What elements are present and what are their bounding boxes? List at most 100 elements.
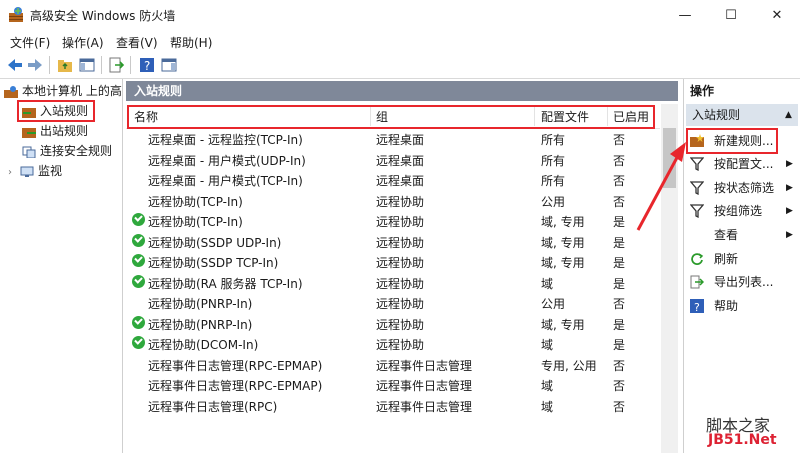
window-title: 高级安全 Windows 防火墙 — [30, 9, 176, 23]
menu-action[interactable]: 操作(A) — [62, 34, 104, 51]
filter-icon — [690, 181, 704, 195]
cell-group: 远程事件日志管理 — [376, 399, 473, 414]
action-help[interactable]: ? 帮助 — [690, 296, 798, 316]
svg-text:?: ? — [144, 59, 150, 73]
tree-item-label: 监视 — [38, 164, 63, 178]
cell-profile: 公用 — [541, 194, 566, 209]
cell-name: 远程桌面 - 用户模式(UDP-In) — [148, 153, 306, 168]
menu-help[interactable]: 帮助(H) — [170, 34, 212, 51]
cell-enabled: 否 — [613, 358, 626, 373]
table-row[interactable]: 远程协助(DCOM-In) 远程协助 域 是 — [126, 333, 660, 353]
export-icon[interactable] — [107, 56, 125, 74]
menu-file[interactable]: 文件(F) — [10, 34, 50, 51]
cell-name: 远程协助(TCP-In) — [148, 194, 243, 209]
menu-bar: 文件(F) 操作(A) 查看(V) 帮助(H) — [0, 30, 800, 52]
cell-name: 远程协助(PNRP-In) — [148, 317, 253, 332]
cell-name: 远程协助(PNRP-In) — [148, 297, 253, 311]
highlight-column-header — [127, 105, 655, 129]
cell-name: 远程事件日志管理(RPC) — [148, 399, 278, 414]
toolbar: ? — [0, 52, 800, 79]
cell-name: 远程事件日志管理(RPC-EPMAP) — [148, 379, 323, 393]
table-row[interactable]: 远程协助(SSDP UDP-In) 远程协助 域, 专用 是 — [126, 231, 660, 251]
cell-name: 远程桌面 - 用户模式(TCP-In) — [148, 174, 303, 188]
cell-name: 远程协助(SSDP UDP-In) — [148, 235, 282, 250]
action-view[interactable]: 查看 ▶ — [690, 225, 798, 245]
watermark-url: JB51.Net — [708, 432, 777, 448]
submenu-arrow-icon: ▶ — [786, 206, 793, 216]
action-filter-state[interactable]: 按状态筛选 ▶ — [690, 178, 798, 198]
enabled-check-icon — [132, 336, 145, 349]
tree-item-monitor[interactable]: › 监视 — [8, 162, 62, 180]
center-pane-header: 入站规则 — [126, 81, 678, 101]
export-list-icon — [690, 275, 704, 289]
cell-enabled: 否 — [613, 297, 626, 311]
filter-icon — [690, 157, 704, 171]
submenu-arrow-icon: ▶ — [786, 230, 793, 240]
cell-profile: 域 — [541, 399, 554, 414]
table-row[interactable]: 远程事件日志管理(RPC) 远程事件日志管理 域 否 — [126, 395, 660, 415]
cell-group: 远程桌面 — [376, 153, 425, 168]
cell-profile: 所有 — [541, 174, 566, 188]
cell-group: 远程桌面 — [376, 133, 425, 147]
cell-group: 远程事件日志管理 — [376, 379, 473, 393]
table-row[interactable]: 远程协助(PNRP-In) 远程协助 域, 专用 是 — [126, 313, 660, 333]
table-row[interactable]: 远程桌面 - 远程监控(TCP-In) 远程桌面 所有否 — [126, 128, 660, 148]
submenu-arrow-icon: ▶ — [786, 183, 793, 193]
show-tree-icon[interactable] — [78, 56, 96, 74]
cell-name: 远程事件日志管理(RPC-EPMAP) — [148, 358, 323, 373]
actions-title: 操作 — [690, 84, 715, 98]
cell-enabled: 是 — [613, 276, 626, 291]
action-filter-group[interactable]: 按组筛选 ▶ — [690, 201, 798, 221]
action-label: 导出列表... — [714, 275, 774, 289]
menu-view[interactable]: 查看(V) — [116, 34, 158, 51]
minimize-button[interactable]: — — [662, 0, 708, 30]
cell-profile: 公用 — [541, 297, 566, 311]
table-row[interactable]: 远程事件日志管理(RPC-EPMAP) 远程事件日志管理 域 否 — [126, 374, 660, 394]
table-row[interactable]: 远程桌面 - 用户模式(TCP-In) 远程桌面 所有否 — [126, 169, 660, 189]
forward-arrow-icon[interactable] — [26, 56, 44, 74]
cell-enabled: 是 — [613, 235, 626, 250]
action-filter-profile[interactable]: 按配置文... ▶ — [690, 154, 798, 174]
back-arrow-icon[interactable] — [6, 56, 24, 74]
cell-enabled: 是 — [613, 256, 626, 270]
table-row[interactable]: 远程协助(TCP-In) 远程协助 公用否 — [126, 190, 660, 210]
actions-section-label: 入站规则 — [692, 108, 741, 122]
table-row[interactable]: 远程协助(SSDP TCP-In) 远程协助 域, 专用 是 — [126, 251, 660, 271]
tree-item-connection-security[interactable]: 连接安全规则 — [22, 142, 112, 160]
action-label: 刷新 — [714, 252, 739, 266]
cell-profile: 域 — [541, 338, 554, 352]
help-icon[interactable]: ? — [138, 56, 156, 74]
firewall-icon — [4, 85, 18, 98]
table-row[interactable]: 远程事件日志管理(RPC-EPMAP) 远程事件日志管理 专用, 公用 否 — [126, 354, 660, 374]
table-row[interactable]: 远程协助(RA 服务器 TCP-In) 远程协助 域 是 — [126, 272, 660, 292]
table-row[interactable]: 远程协助(TCP-In) 远程协助 域, 专用是 — [126, 210, 660, 230]
cell-group: 远程桌面 — [376, 174, 425, 188]
cell-profile: 域 — [541, 276, 554, 291]
action-label: 按配置文... — [714, 157, 774, 171]
up-folder-icon[interactable] — [56, 56, 74, 74]
action-label: 按组筛选 — [714, 204, 763, 218]
cell-enabled: 是 — [613, 317, 626, 332]
tree-item-label: 出站规则 — [40, 124, 89, 138]
refresh-icon — [691, 253, 704, 265]
action-label: 帮助 — [714, 299, 739, 313]
action-export-list[interactable]: 导出列表... — [690, 272, 798, 292]
chevron-up-icon[interactable]: ▲ — [785, 104, 792, 126]
action-refresh[interactable]: 刷新 — [690, 249, 798, 269]
enabled-check-icon — [132, 254, 145, 267]
cell-enabled: 否 — [613, 379, 626, 393]
help-icon: ? — [690, 299, 704, 313]
show-action-pane-icon[interactable] — [160, 56, 178, 74]
table-row[interactable]: 远程协助(PNRP-In) 远程协助 公用 否 — [126, 292, 660, 312]
cell-profile: 所有 — [541, 133, 566, 147]
close-button[interactable]: ✕ — [754, 0, 800, 30]
tree-item-outbound-rules[interactable]: 出站规则 — [22, 122, 88, 140]
highlight-new-rule — [686, 128, 778, 154]
cell-enabled: 否 — [613, 399, 626, 414]
table-row[interactable]: 远程桌面 - 用户模式(UDP-In) 远程桌面 所有否 — [126, 149, 660, 169]
actions-section-inbound[interactable]: 入站规则 ▲ — [686, 104, 798, 126]
enabled-check-icon — [132, 274, 145, 288]
maximize-button[interactable]: ☐ — [708, 0, 754, 30]
tree-root[interactable]: 本地计算机 上的高 — [4, 82, 122, 100]
chevron-right-icon[interactable]: › — [8, 164, 20, 182]
